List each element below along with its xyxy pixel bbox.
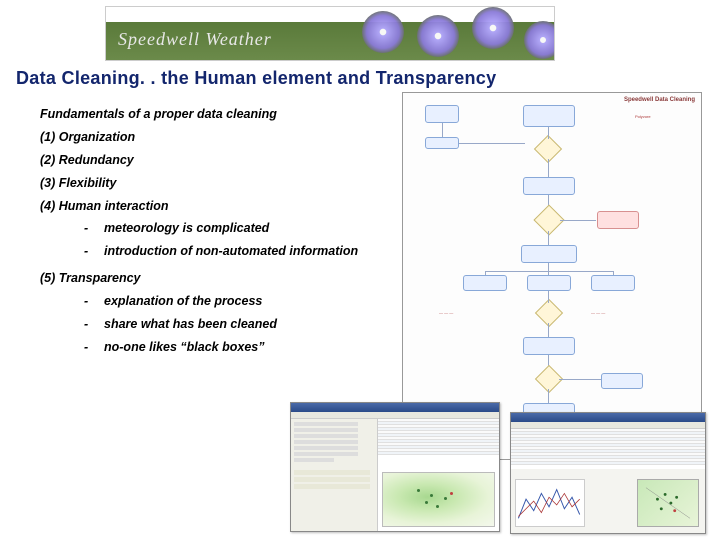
subheading: Fundamentals of a proper data cleaning bbox=[40, 106, 400, 123]
flowchart-node bbox=[523, 337, 575, 355]
point-2: (2) Redundancy bbox=[40, 152, 400, 169]
point-5-bullet-3: no-one likes “black boxes” bbox=[104, 339, 400, 356]
scatter-map bbox=[637, 479, 699, 527]
flowchart-connector bbox=[613, 271, 614, 275]
flowchart-connector bbox=[548, 263, 549, 275]
bullet-dash: - bbox=[84, 243, 104, 260]
flower-decoration bbox=[362, 11, 404, 53]
point-4-bullet-2: introduction of non-automated informatio… bbox=[104, 243, 400, 260]
bullet-dash: - bbox=[84, 339, 104, 356]
line-chart bbox=[515, 479, 585, 527]
point-4-bullet-1: meteorology is complicated bbox=[104, 220, 400, 237]
flowchart-node bbox=[591, 275, 635, 291]
flowchart-decision bbox=[535, 299, 563, 327]
flowchart-connector bbox=[485, 271, 613, 272]
flowchart-node bbox=[425, 137, 459, 149]
point-5-bullet-2: share what has been cleaned bbox=[104, 316, 400, 333]
body-text: Fundamentals of a proper data cleaning (… bbox=[40, 100, 400, 356]
form-panel bbox=[291, 419, 378, 531]
flowchart-connector bbox=[548, 389, 549, 403]
flowchart-annotation: — — — bbox=[591, 311, 661, 315]
flowchart-connector bbox=[548, 323, 549, 337]
flowchart-node bbox=[527, 275, 571, 291]
point-3: (3) Flexibility bbox=[40, 175, 400, 192]
slide-title: Data Cleaning. . the Human element and T… bbox=[16, 68, 496, 89]
flowchart-node bbox=[425, 105, 459, 123]
flower-decoration bbox=[524, 21, 555, 59]
flowchart-note: Polyvore bbox=[635, 115, 695, 119]
flowchart-node bbox=[521, 245, 577, 263]
flowchart-connector bbox=[548, 291, 549, 303]
window-titlebar bbox=[291, 403, 499, 412]
flowchart-node bbox=[463, 275, 507, 291]
bullet-dash: - bbox=[84, 293, 104, 310]
point-5-bullet-1: explanation of the process bbox=[104, 293, 400, 310]
flowchart-connector bbox=[548, 159, 549, 177]
flowchart-connector bbox=[442, 123, 443, 137]
window-titlebar bbox=[511, 413, 705, 422]
flowchart-title: Speedwell Data Cleaning bbox=[624, 97, 695, 103]
brand-text: Speedwell Weather bbox=[118, 29, 272, 50]
data-panel bbox=[378, 419, 499, 531]
point-1: (1) Organization bbox=[40, 129, 400, 146]
flower-decoration bbox=[472, 7, 514, 49]
flowchart-node bbox=[601, 373, 643, 389]
flower-decoration bbox=[417, 15, 459, 57]
map-view bbox=[382, 472, 495, 527]
flowchart-connector bbox=[560, 220, 596, 221]
flowchart-node bbox=[597, 211, 639, 229]
flowchart-connector bbox=[459, 143, 525, 144]
brand-banner: Speedwell Weather bbox=[105, 6, 555, 61]
flowchart-connector bbox=[559, 379, 601, 380]
flowchart-annotation: — — — bbox=[439, 311, 509, 315]
window-toolbar bbox=[511, 422, 705, 429]
point-4: (4) Human interaction bbox=[40, 198, 400, 215]
flowchart-connector bbox=[548, 231, 549, 245]
bullet-dash: - bbox=[84, 316, 104, 333]
screenshot-app-2 bbox=[510, 412, 706, 534]
flowchart-node bbox=[523, 177, 575, 195]
point-5: (5) Transparency bbox=[40, 270, 400, 287]
flowchart-node bbox=[523, 105, 575, 127]
window-toolbar bbox=[291, 412, 499, 419]
table-panel bbox=[511, 429, 705, 469]
bullet-dash: - bbox=[84, 220, 104, 237]
flowchart-connector bbox=[548, 127, 549, 139]
screenshot-app-1 bbox=[290, 402, 500, 532]
